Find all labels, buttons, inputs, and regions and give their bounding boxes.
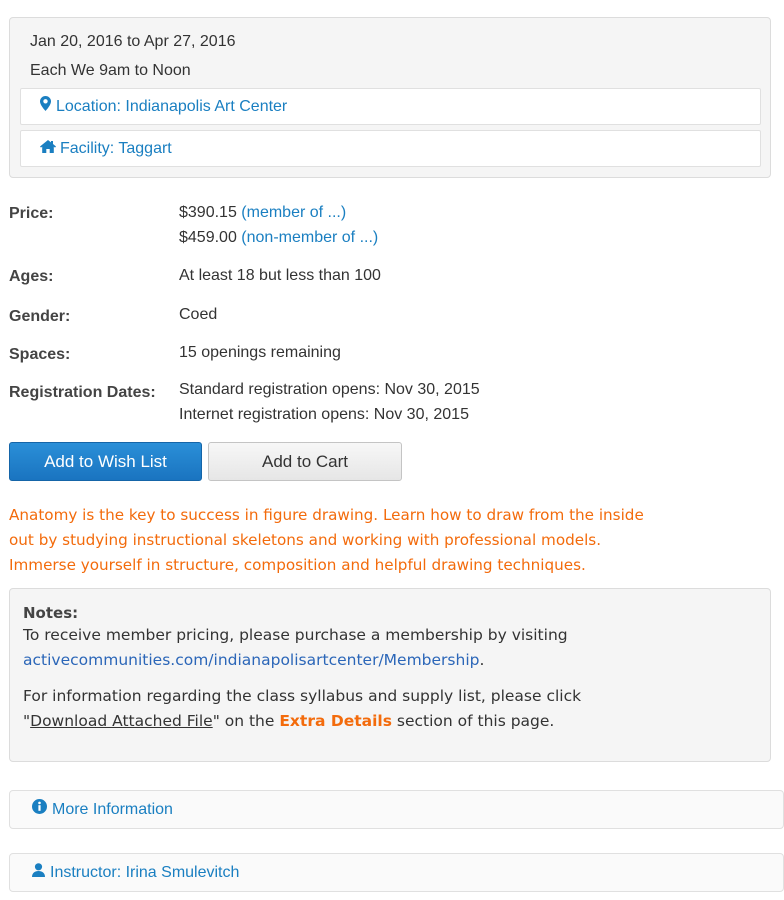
notes-period: .	[479, 651, 485, 669]
spaces-text: 15 openings remaining	[179, 344, 341, 361]
schedule-date-range: Jan 20, 2016 to Apr 27, 2016	[30, 33, 236, 50]
ages-text: At least 18 but less than 100	[179, 267, 381, 284]
add-to-wish-list-button[interactable]: Add to Wish List	[9, 442, 202, 481]
info-circle-icon	[32, 791, 47, 828]
spaces-label: Spaces:	[9, 346, 71, 363]
gender-label: Gender:	[9, 308, 71, 325]
registration-internet: Internet registration opens: Nov 30, 201…	[179, 406, 469, 423]
registration-dates-label: Registration Dates:	[9, 384, 156, 401]
price-member-link[interactable]: (member of ...)	[241, 204, 346, 221]
ages-value: At least 18 but less than 100	[179, 263, 381, 288]
location-link[interactable]: Location: Indianapolis Art Center	[56, 98, 287, 115]
notes-syllabus-text: For information regarding the class syll…	[23, 687, 582, 705]
description-line: out by studying instructional skeletons …	[9, 531, 602, 549]
notes-syllabus-middle: " on the	[212, 712, 280, 730]
price-values: $390.15 (member of ...) $459.00 (non-mem…	[179, 200, 378, 250]
registration-standard: Standard registration opens: Nov 30, 201…	[179, 381, 480, 398]
map-marker-icon	[40, 89, 54, 124]
description-line: Anatomy is the key to success in figure …	[9, 506, 644, 524]
price-label: Price:	[9, 205, 54, 222]
price-member-line: $390.15 (member of ...)	[179, 200, 378, 225]
extra-details-highlight: Extra Details	[279, 712, 392, 730]
notes-syllabus-end: section of this page.	[391, 712, 555, 730]
notes-syllabus-paragraph: For information regarding the class syll…	[23, 684, 757, 734]
notes-box: Notes: To receive member pricing, please…	[9, 588, 771, 762]
membership-link[interactable]: activecommunities.com/indianapolisartcen…	[23, 651, 479, 669]
facility-link[interactable]: Facility: Taggart	[60, 140, 172, 157]
notes-title: Notes:	[23, 604, 79, 622]
description-line: Immerse yourself in structure, compositi…	[9, 556, 586, 574]
price-nonmember-amount: $459.00	[179, 229, 237, 246]
more-information-label[interactable]: More Information	[52, 801, 173, 818]
spaces-value: 15 openings remaining	[179, 340, 341, 365]
price-nonmember-link[interactable]: (non-member of ...)	[241, 229, 378, 246]
instructor-panel[interactable]: Instructor: Irina Smulevitch	[9, 853, 784, 892]
gender-value: Coed	[179, 302, 217, 327]
download-attached-file-text: Download Attached File	[30, 712, 213, 730]
user-icon	[32, 854, 45, 891]
course-description: Anatomy is the key to success in figure …	[9, 503, 779, 578]
price-nonmember-line: $459.00 (non-member of ...)	[179, 225, 378, 250]
facility-row[interactable]: Facility: Taggart	[20, 130, 761, 167]
price-member-amount: $390.15	[179, 204, 237, 221]
more-information-panel[interactable]: More Information	[9, 790, 784, 829]
home-icon	[40, 131, 58, 166]
gender-text: Coed	[179, 306, 218, 323]
instructor-label[interactable]: Instructor: Irina Smulevitch	[50, 864, 239, 881]
schedule-time: Each We 9am to Noon	[30, 62, 191, 79]
location-row[interactable]: Location: Indianapolis Art Center	[20, 88, 761, 125]
notes-membership-text: To receive member pricing, please purcha…	[23, 626, 568, 644]
add-to-cart-button[interactable]: Add to Cart	[208, 442, 402, 481]
ages-label: Ages:	[9, 268, 54, 285]
registration-dates-values: Standard registration opens: Nov 30, 201…	[179, 377, 480, 427]
schedule-box: Jan 20, 2016 to Apr 27, 2016 Each We 9am…	[9, 17, 771, 178]
notes-membership-paragraph: To receive member pricing, please purcha…	[23, 623, 757, 673]
